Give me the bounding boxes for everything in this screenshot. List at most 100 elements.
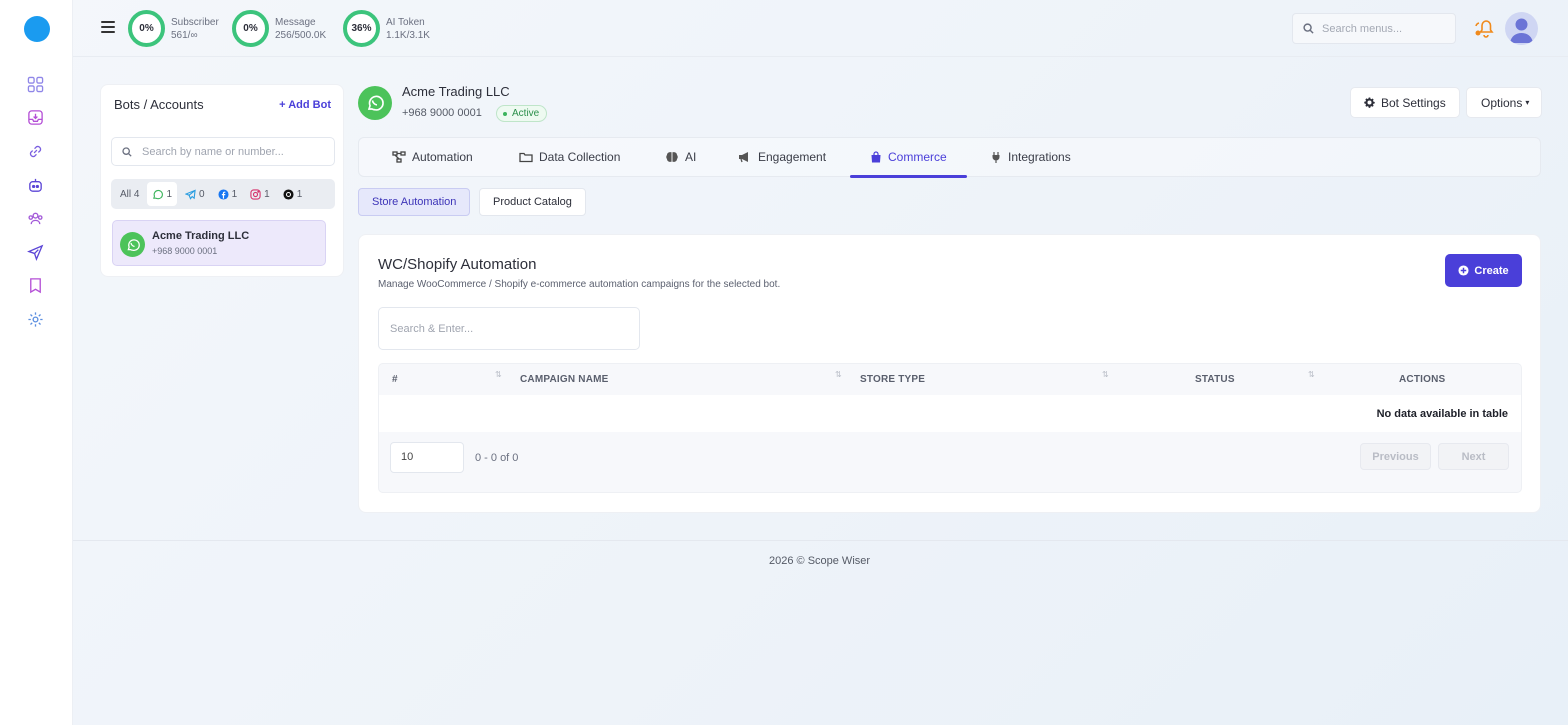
megaphone-icon [739,152,748,163]
options-label: Options [1481,95,1523,110]
avatar[interactable] [1505,12,1538,45]
add-bot-button[interactable]: + Add Bot [279,99,331,111]
table-search [378,307,640,350]
column-header-campaign-name[interactable]: CAMPAIGN NAME [520,374,609,385]
menu-toggle-icon[interactable] [101,21,115,33]
brain-icon [666,152,678,162]
stat-message: 0% Message 256/500.0K [232,10,326,47]
inbox-icon[interactable] [26,108,44,126]
menu-search-input[interactable] [1322,22,1442,35]
column-header-status[interactable]: STATUS [1195,374,1235,385]
stat-label: Message [275,16,316,28]
sort-icon[interactable]: ⇅ [1102,370,1109,379]
threads-icon [283,188,294,200]
bot-number: +968 9000 0001 [402,107,482,119]
filter-threads[interactable]: 1 [278,182,308,206]
link-icon[interactable] [26,142,44,160]
telegram-icon [185,189,196,200]
campaign-table: # ⇅ CAMPAIGN NAME ⇅ STORE TYPE ⇅ STATUS … [378,363,1522,493]
send-icon[interactable] [26,243,44,261]
filter-label: All [120,188,132,200]
whatsapp-icon [120,232,145,257]
tab-integrations[interactable]: Integrations [990,138,1071,176]
table-header: # ⇅ CAMPAIGN NAME ⇅ STORE TYPE ⇅ STATUS … [379,364,1521,395]
options-dropdown[interactable]: Options ▾ [1466,87,1542,118]
bot-settings-label: Bot Settings [1381,95,1446,110]
footer-text: 2026 © Scope Wiser [769,555,871,567]
empty-message: No data available in table [1376,408,1508,420]
whatsapp-icon [358,86,392,120]
filter-whatsapp[interactable]: 1 [147,182,178,206]
users-icon[interactable] [26,209,44,227]
filter-count: 0 [199,188,205,200]
progress-ring: 36% [343,10,380,47]
whatsapp-icon [153,189,164,199]
search-icon [122,146,132,157]
flow-icon [392,151,406,163]
notification-bell-icon[interactable] [1474,18,1496,41]
column-header-store-type[interactable]: STORE TYPE [860,374,925,385]
sort-icon[interactable]: ⇅ [1308,370,1315,379]
settings-icon[interactable] [26,310,44,328]
tab-ai[interactable]: AI [665,138,696,176]
filter-all[interactable]: All 4 [115,182,144,206]
filter-count: 1 [264,188,270,200]
bot-settings-button[interactable]: Bot Settings [1350,87,1460,118]
previous-button[interactable]: Previous [1360,443,1431,470]
dashboard-icon[interactable] [26,75,44,93]
bot-search [111,137,335,166]
subtab-store-automation[interactable]: Store Automation [358,188,471,216]
create-label: Create [1474,264,1509,277]
card-description: Manage WooCommerce / Shopify e-commerce … [378,279,781,290]
status-badge: Active [496,105,548,122]
tab-data-collection[interactable]: Data Collection [519,138,620,176]
folder-icon [519,152,533,163]
bots-panel: Bots / Accounts + Add Bot All 4 1 0 1 1 … [100,84,344,277]
tab-engagement[interactable]: Engagement [738,138,826,176]
footer-divider [73,540,1568,541]
add-bot-label: Add Bot [288,99,331,111]
filter-telegram[interactable]: 0 [180,182,210,206]
tab-label: Integrations [1008,150,1071,164]
tab-label: AI [685,150,697,164]
create-button[interactable]: Create [1445,254,1522,287]
filter-count: 1 [166,188,173,200]
bot-icon[interactable] [26,176,44,194]
sort-icon[interactable]: ⇅ [835,370,842,379]
logo[interactable] [24,16,50,42]
tab-commerce[interactable]: Commerce [850,138,967,178]
bot-number: +968 9000 0001 [152,246,218,256]
tab-automation[interactable]: Automation [392,138,473,176]
subtab-product-catalog[interactable]: Product Catalog [479,188,586,216]
stat-value: 256/500.0K [275,29,327,41]
sort-icon[interactable]: ⇅ [495,370,502,379]
page-size-select[interactable]: 10 [390,442,464,473]
bot-title: Acme Trading LLC [402,84,510,99]
filter-instagram[interactable]: 1 [245,182,275,206]
automation-card: WC/Shopify Automation Manage WooCommerce… [358,234,1541,513]
plus-circle-icon [1458,265,1469,276]
panel-title: Bots / Accounts [114,97,204,112]
bookmark-icon[interactable] [26,276,44,294]
menu-search [1292,13,1456,44]
bot-search-input[interactable] [142,145,322,158]
module-tabs: Automation Data Collection AI Engagement… [358,137,1541,178]
progress-ring: 0% [232,10,269,47]
filter-count: 4 [133,188,140,200]
tab-label: Data Collection [539,150,621,164]
stat-subscriber: 0% Subscriber 561/∞ [128,10,219,47]
stat-value: 561/∞ [171,29,198,41]
table-row: No data available in table [379,395,1521,432]
column-header-index[interactable]: # [392,374,398,385]
tab-label: Commerce [888,150,947,164]
filter-count: 1 [231,188,238,200]
progress-ring: 0% [128,10,165,47]
next-button[interactable]: Next [1438,443,1509,470]
plus-icon: + [279,99,289,111]
bot-list-item[interactable]: Acme Trading LLC +968 9000 0001 [112,220,326,266]
filter-facebook[interactable]: 1 [213,182,243,206]
filter-count: 1 [296,188,303,200]
bot-name: Acme Trading LLC [152,230,250,242]
table-search-input[interactable] [390,322,620,335]
pagination-info: 0 - 0 of 0 [475,452,519,464]
